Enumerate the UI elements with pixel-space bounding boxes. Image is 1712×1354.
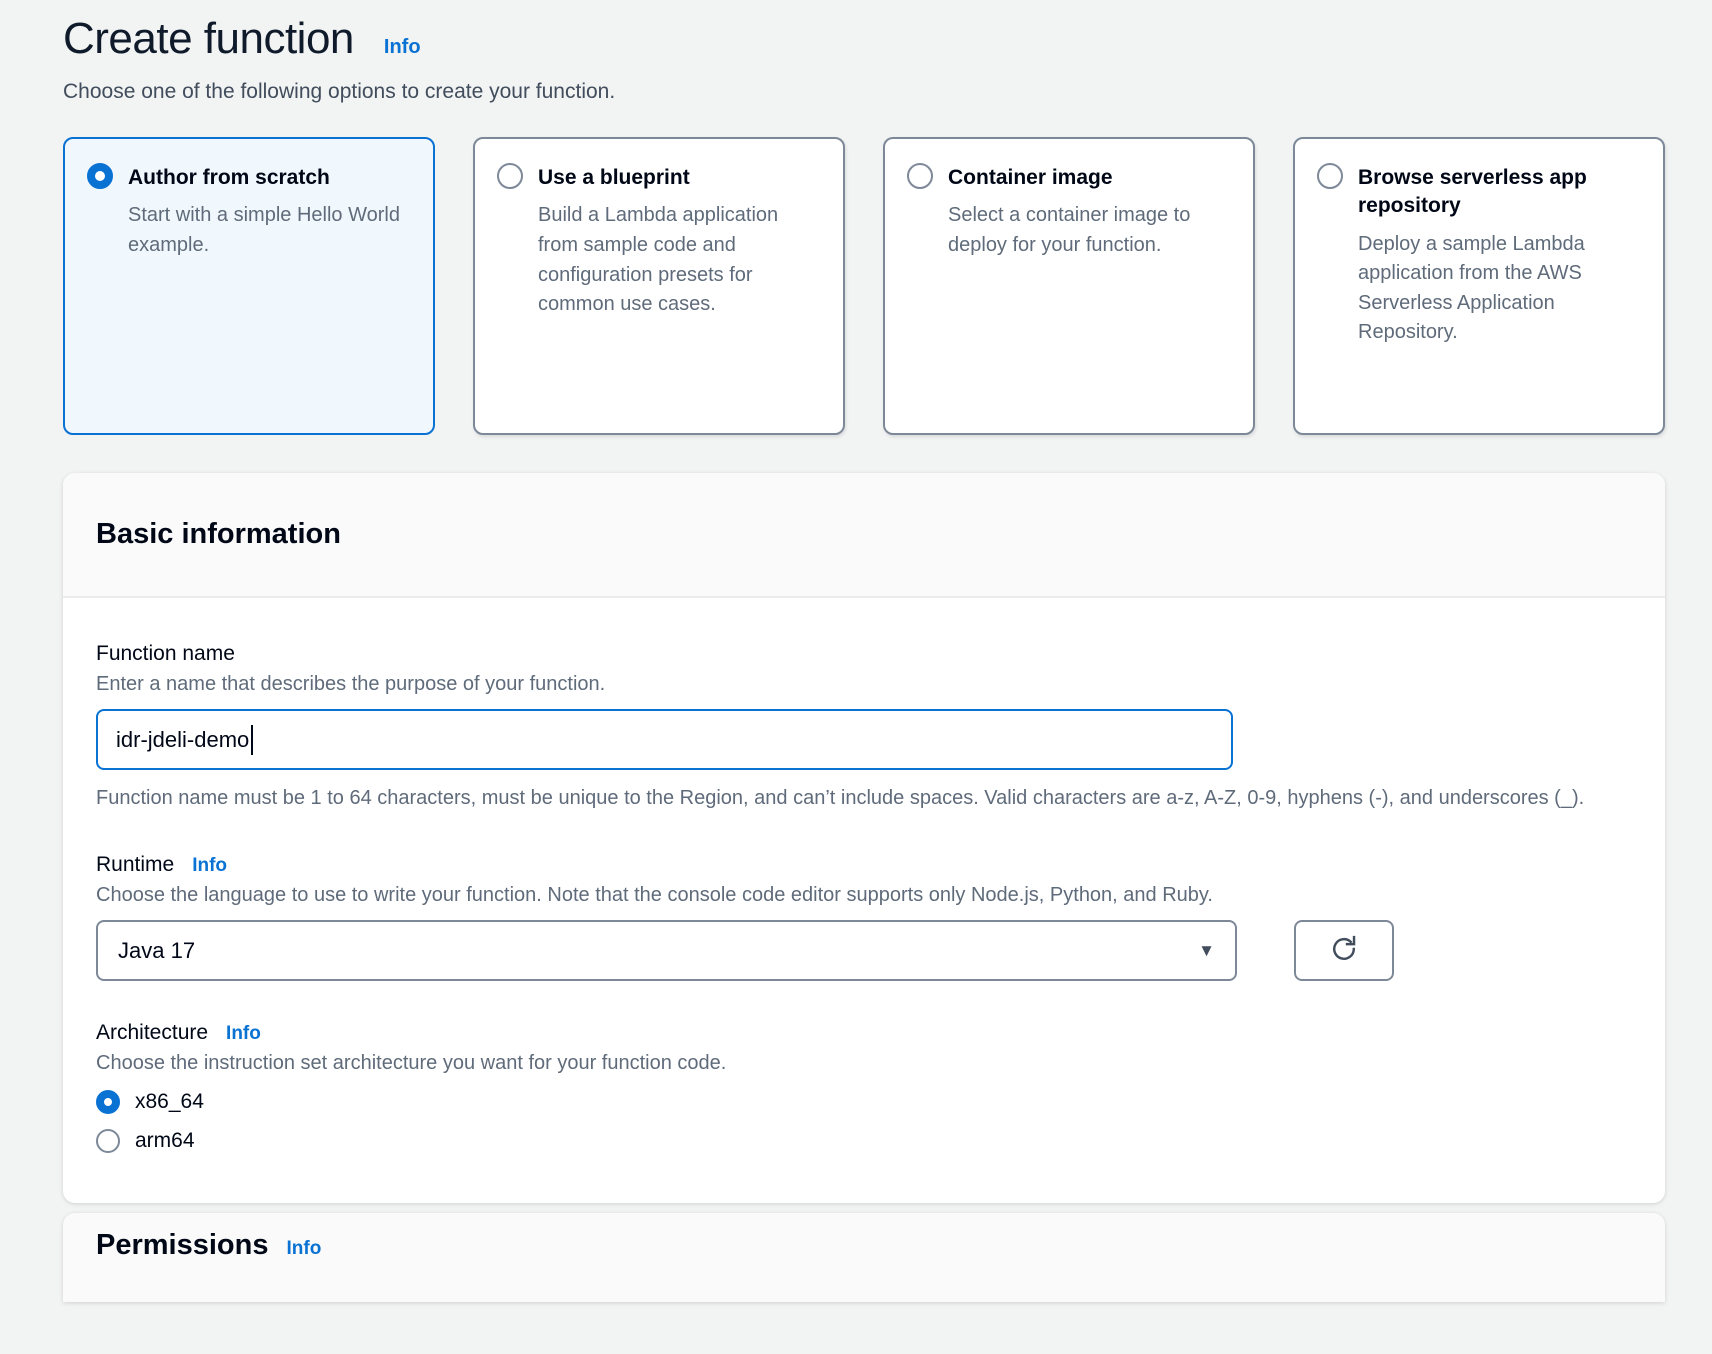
x86-64-label: x86_64 xyxy=(135,1090,204,1114)
option-card-head: Container image xyxy=(907,163,1231,192)
runtime-select-row: Java 17 ▼ xyxy=(96,920,1632,981)
basic-information-heading: Basic information xyxy=(96,518,1632,551)
option-card-description: Select a container image to deploy for y… xyxy=(948,201,1231,260)
runtime-select[interactable]: Java 17 ▼ xyxy=(96,920,1237,981)
architecture-label: Architecture xyxy=(96,1021,208,1045)
architecture-field: Architecture Info Choose the instruction… xyxy=(96,1021,1632,1153)
option-card-head: Use a blueprint xyxy=(497,163,821,192)
permissions-panel: Permissions Info xyxy=(63,1213,1665,1302)
runtime-selected-value: Java 17 xyxy=(118,938,195,964)
function-name-description: Enter a name that describes the purpose … xyxy=(96,673,1632,696)
option-card-title: Container image xyxy=(948,163,1113,192)
browse-serverless-app-repository-radio[interactable] xyxy=(1317,163,1343,189)
option-card-head: Author from scratch xyxy=(87,163,411,192)
basic-information-panel: Basic information Function name Enter a … xyxy=(63,473,1665,1203)
runtime-info-link[interactable]: Info xyxy=(192,855,227,877)
architecture-option-arm64[interactable]: arm64 xyxy=(96,1129,1632,1153)
runtime-description: Choose the language to use to write your… xyxy=(96,884,1632,907)
option-card-author-from-scratch[interactable]: Author from scratch Start with a simple … xyxy=(63,137,435,435)
function-name-input[interactable]: idr-jdeli-demo xyxy=(96,709,1233,770)
permissions-info-link[interactable]: Info xyxy=(286,1238,321,1260)
runtime-label: Runtime xyxy=(96,853,174,877)
refresh-runtimes-button[interactable] xyxy=(1294,920,1394,981)
container-image-radio[interactable] xyxy=(907,163,933,189)
option-card-title: Browse serverless app repository xyxy=(1358,163,1641,221)
option-card-title: Author from scratch xyxy=(128,163,330,192)
function-name-constraint: Function name must be 1 to 64 characters… xyxy=(96,783,1586,813)
creation-option-cards: Author from scratch Start with a simple … xyxy=(63,137,1665,435)
function-name-value: idr-jdeli-demo xyxy=(116,727,249,753)
function-name-field: Function name Enter a name that describe… xyxy=(96,642,1632,813)
runtime-field: Runtime Info Choose the language to use … xyxy=(96,853,1632,981)
page-title: Create function xyxy=(63,14,354,64)
architecture-label-row: Architecture Info xyxy=(96,1021,1632,1045)
refresh-icon xyxy=(1330,935,1358,966)
architecture-info-link[interactable]: Info xyxy=(226,1023,261,1045)
architecture-option-x86-64[interactable]: x86_64 xyxy=(96,1090,1632,1114)
basic-information-header: Basic information xyxy=(63,473,1665,598)
page-subtitle: Choose one of the following options to c… xyxy=(63,80,1665,104)
option-card-head: Browse serverless app repository xyxy=(1317,163,1641,221)
create-function-page: Create function Info Choose one of the f… xyxy=(0,0,1712,1302)
chevron-down-icon: ▼ xyxy=(1198,941,1215,961)
permissions-heading: Permissions xyxy=(96,1229,268,1262)
architecture-radio-group: x86_64 arm64 xyxy=(96,1090,1632,1153)
author-from-scratch-radio[interactable] xyxy=(87,163,113,189)
option-card-description: Deploy a sample Lambda application from … xyxy=(1358,230,1641,348)
option-card-description: Build a Lambda application from sample c… xyxy=(538,201,821,319)
option-card-description: Start with a simple Hello World example. xyxy=(128,201,411,260)
arm64-radio[interactable] xyxy=(96,1129,120,1153)
option-card-container-image[interactable]: Container image Select a container image… xyxy=(883,137,1255,435)
use-a-blueprint-radio[interactable] xyxy=(497,163,523,189)
runtime-label-row: Runtime Info xyxy=(96,853,1632,877)
option-card-title: Use a blueprint xyxy=(538,163,690,192)
permissions-heading-row: Permissions Info xyxy=(96,1229,1632,1262)
function-name-label: Function name xyxy=(96,642,1632,666)
x86-64-radio[interactable] xyxy=(96,1090,120,1114)
arm64-label: arm64 xyxy=(135,1129,195,1153)
option-card-use-a-blueprint[interactable]: Use a blueprint Build a Lambda applicati… xyxy=(473,137,845,435)
page-title-info-link[interactable]: Info xyxy=(384,36,421,59)
page-title-row: Create function Info xyxy=(63,14,1665,64)
option-card-browse-serverless-app-repository[interactable]: Browse serverless app repository Deploy … xyxy=(1293,137,1665,435)
architecture-description: Choose the instruction set architecture … xyxy=(96,1052,1632,1075)
basic-information-body: Function name Enter a name that describe… xyxy=(63,598,1665,1203)
text-cursor xyxy=(251,725,253,755)
